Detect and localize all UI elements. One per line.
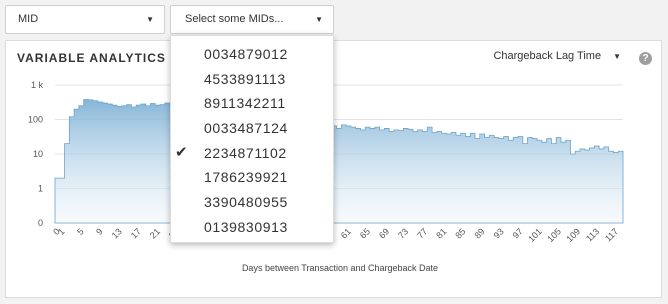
x-tick-label: 77 [415, 226, 429, 240]
mids-dropdown-menu: 0034879012 4533891113 8911342211 0033487124… [170, 35, 334, 243]
mid-option-label: 0033487124 [204, 120, 288, 137]
x-tick-label: 13 [110, 226, 124, 240]
chart-area [54, 99, 624, 224]
y-tick-label: 10 [33, 149, 43, 159]
mid-option[interactable]: 1786239921 [171, 165, 333, 190]
mid-option-label: 0034879012 [204, 46, 288, 62]
x-tick-label: 105 [545, 226, 563, 244]
y-tick-label: 1 k [31, 80, 44, 90]
mids-multiselect-placeholder: Select some MIDs... [185, 13, 284, 25]
x-tick-label: 21 [148, 226, 162, 240]
x-tick-label: 81 [434, 226, 448, 240]
mid-option-label: 0139830913 [204, 218, 288, 235]
x-tick-label: 5 [75, 226, 86, 237]
y-tick-label: 1 [38, 184, 43, 194]
mid-option[interactable]: 4533891113 [171, 67, 333, 92]
mid-option-label: 3390480955 [204, 194, 288, 211]
x-tick-label: 113 [584, 226, 601, 243]
mid-select[interactable]: MID ▼ [5, 5, 165, 34]
mid-option-label: 2234871102 [204, 144, 287, 161]
mid-option[interactable]: 0034879012 [171, 42, 333, 67]
mid-option[interactable]: 3390480955 [171, 190, 333, 215]
x-tick-label: 93 [492, 226, 506, 240]
x-tick-label: 109 [564, 226, 582, 244]
caret-down-icon: ▼ [315, 15, 323, 24]
y-tick-label: 100 [28, 115, 43, 125]
mid-option-label: 4533891113 [204, 70, 286, 87]
mid-option[interactable]: 8911342211 [171, 91, 333, 116]
x-tick-label: 117 [603, 226, 620, 243]
x-tick-label: 97 [511, 226, 525, 240]
x-tick-label: 73 [396, 226, 410, 240]
x-tick-label: 101 [526, 226, 544, 244]
mid-option-label: 8911342211 [204, 95, 286, 112]
mid-option[interactable]: 0033487124 [171, 116, 333, 141]
x-tick-label: 9 [94, 226, 105, 237]
y-tick-label: 0 [38, 218, 43, 228]
mid-select-label: MID [18, 13, 39, 25]
x-tick-label: 17 [129, 226, 143, 240]
mid-option[interactable]: ✔ 2234871102 [171, 141, 333, 166]
x-axis-label: Days between Transaction and Chargeback … [242, 263, 438, 273]
x-tick-label: 65 [358, 226, 372, 240]
mid-option[interactable]: 0139830913 [171, 215, 333, 240]
x-tick-label: 69 [377, 226, 391, 240]
x-tick-label: 89 [472, 226, 486, 240]
x-tick-label: 85 [453, 226, 467, 240]
mid-option-label: 1786239921 [204, 169, 288, 186]
check-icon: ✔ [175, 143, 189, 161]
caret-down-icon: ▼ [146, 15, 154, 24]
mids-multiselect[interactable]: Select some MIDs... ▼ [170, 5, 334, 34]
x-tick-label: 61 [339, 226, 353, 240]
